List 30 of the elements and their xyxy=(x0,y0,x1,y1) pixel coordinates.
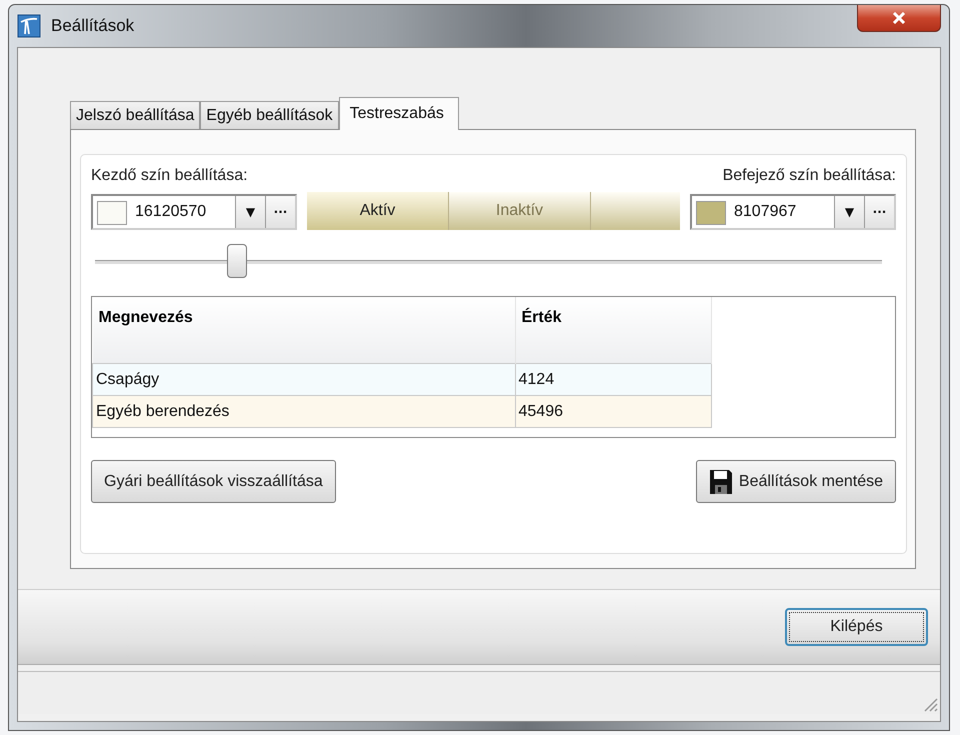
tab[interactable]: Egyéb beállítások xyxy=(200,101,339,129)
color-combo-box[interactable]: 8107967 ▼ ··· xyxy=(690,194,896,230)
color-combo-box[interactable]: 16120570 ▼ ··· xyxy=(91,194,297,230)
dropdown-button[interactable]: ▼ xyxy=(834,196,864,228)
toggle-button[interactable]: Aktív xyxy=(307,192,449,230)
color-value: 8107967 xyxy=(734,203,798,221)
more-button[interactable]: ··· xyxy=(265,196,295,228)
table-cell: Egyéb berendezés xyxy=(92,396,515,428)
app-icon xyxy=(17,14,41,38)
column-header[interactable]: Megnevezés xyxy=(92,297,515,364)
window-title: Beállítások xyxy=(51,16,134,36)
tab[interactable]: Jelszó beállítása xyxy=(70,101,200,129)
table-cell: Csapágy xyxy=(92,364,515,396)
close-button[interactable] xyxy=(857,5,941,32)
table-cell: 45496 xyxy=(515,396,712,428)
more-button[interactable]: ··· xyxy=(864,196,894,228)
save-button[interactable]: Beállítások mentése xyxy=(696,460,896,503)
save-label: Beállítások mentése xyxy=(738,472,883,490)
color-label: Kezdő szín beállítása: xyxy=(91,167,249,185)
slider[interactable] xyxy=(95,244,882,280)
slider-thumb[interactable] xyxy=(226,244,247,278)
exit-button[interactable]: Kilépés xyxy=(785,608,928,646)
table-cell: 4124 xyxy=(515,364,712,396)
close-icon xyxy=(892,12,906,24)
color-value: 16120570 xyxy=(135,203,208,221)
dropdown-button[interactable]: ▼ xyxy=(235,196,265,228)
reset-button[interactable]: Gyári beállítások visszaállítása xyxy=(91,460,336,503)
color-label: Befejező szín beállítása: xyxy=(722,167,896,185)
column-header[interactable]: Érték xyxy=(515,297,712,364)
tab[interactable]: Testreszabás xyxy=(338,97,459,130)
